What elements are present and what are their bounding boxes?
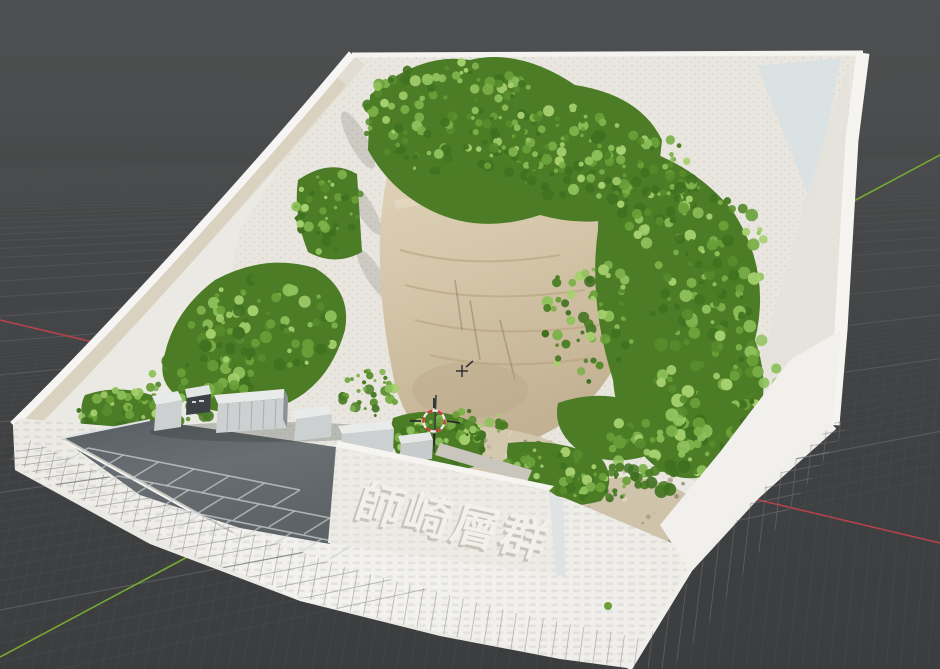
top-rim xyxy=(352,53,863,55)
grass-tuft xyxy=(604,602,612,610)
viewport-canvas[interactable]: 師崎層群 師崎層群 xyxy=(0,0,940,669)
3d-viewport[interactable]: 師崎層群 師崎層群 xyxy=(0,0,940,669)
